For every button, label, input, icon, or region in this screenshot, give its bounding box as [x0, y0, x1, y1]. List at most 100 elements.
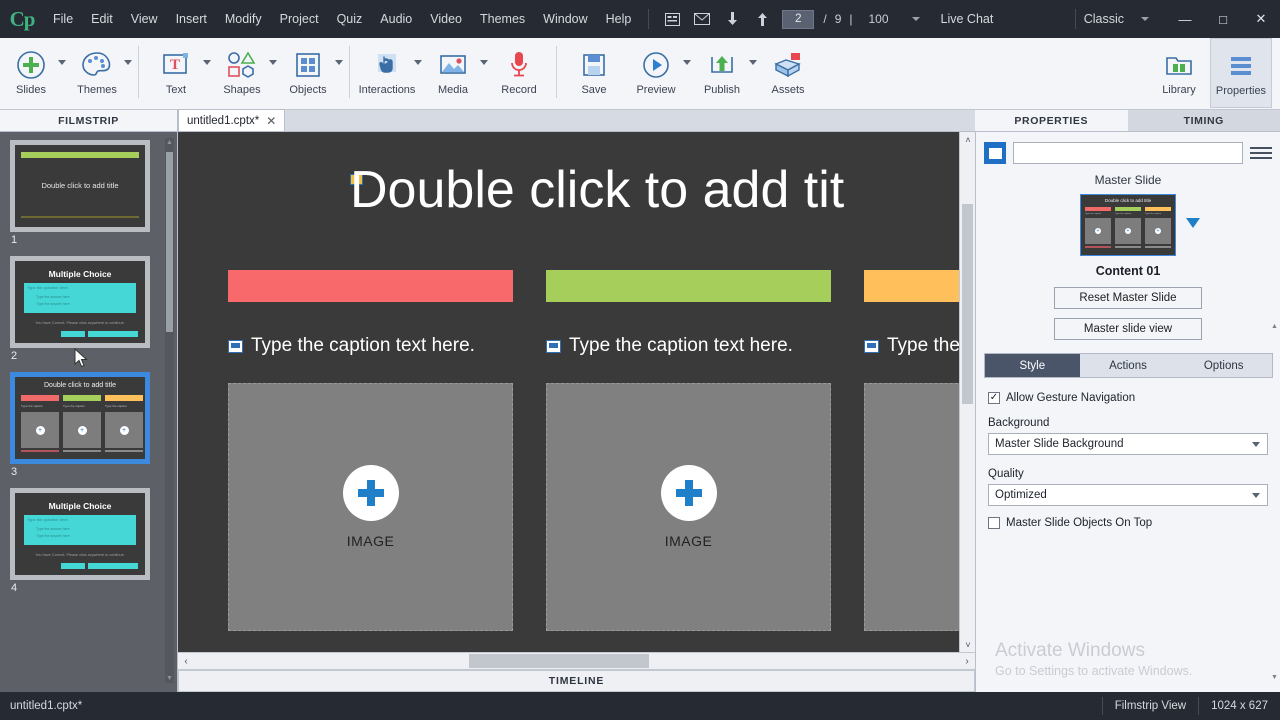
menu-item-modify[interactable]: Modify — [216, 0, 271, 38]
canvas-scroll-right-icon[interactable]: › — [959, 652, 975, 670]
document-tab-untitled1[interactable]: untitled1.cptx* ✕ — [178, 109, 285, 131]
current-slide-input[interactable]: 2 — [782, 10, 814, 29]
save-button[interactable]: Save — [563, 38, 625, 108]
background-dropdown[interactable]: Master Slide Background — [988, 433, 1268, 455]
objects-button[interactable]: Objects — [277, 38, 339, 108]
menubar-divider-2 — [1075, 9, 1076, 29]
menu-item-audio[interactable]: Audio — [371, 0, 421, 38]
menu-item-window[interactable]: Window — [534, 0, 596, 38]
shapes-button[interactable]: Shapes — [211, 38, 273, 108]
interactions-button[interactable]: Interactions — [356, 38, 418, 108]
reset-master-slide-button[interactable]: Reset Master Slide — [1054, 287, 1202, 309]
canvas-horizontal-scroll-thumb[interactable] — [469, 654, 649, 668]
menu-item-view[interactable]: View — [122, 0, 167, 38]
slide-thumbnail-3[interactable]: Double click to add title Type the capti… — [10, 372, 150, 464]
tab-properties[interactable]: PROPERTIES — [975, 110, 1128, 131]
text-button[interactable]: T Text — [145, 38, 207, 108]
tab-style[interactable]: Style — [985, 354, 1081, 377]
list-item[interactable]: Multiple Choice Type the question here T… — [10, 488, 150, 594]
list-item[interactable]: Double click to add title Type the capti… — [10, 372, 150, 478]
add-image-button-2[interactable] — [661, 465, 717, 521]
publish-button[interactable]: Publish — [691, 38, 753, 108]
filmstrip-panel[interactable]: Double click to add title 1 Multiple Cho… — [0, 132, 178, 692]
timeline-panel-header[interactable]: TIMELINE — [178, 670, 975, 692]
menu-item-project[interactable]: Project — [271, 0, 328, 38]
add-image-button-1[interactable] — [343, 465, 399, 521]
column-1-caption[interactable]: Type the caption text here. — [228, 335, 513, 357]
properties-scroll-up-icon[interactable]: ▲ — [1270, 322, 1279, 331]
text-label: Text — [166, 84, 186, 96]
menu-item-help[interactable]: Help — [597, 0, 641, 38]
canvas-vertical-scroll-thumb[interactable] — [962, 204, 973, 404]
slides-button[interactable]: Slides — [0, 38, 62, 108]
move-slide-down-icon[interactable] — [721, 8, 743, 30]
canvas-horizontal-scrollbar[interactable]: ‹ › — [178, 652, 975, 670]
workspace-chevron-down-icon[interactable] — [1134, 8, 1156, 30]
list-item[interactable]: Double click to add title 1 — [10, 140, 150, 246]
filmstrip-scroll-down-icon[interactable]: ▼ — [165, 674, 174, 683]
window-close-button[interactable]: ✕ — [1242, 6, 1280, 32]
column-1-color-bar[interactable] — [228, 270, 513, 302]
canvas-scroll-up-icon[interactable]: ˄ — [960, 132, 975, 147]
record-button[interactable]: Record — [488, 38, 550, 108]
master-slide-objects-on-top-checkbox[interactable] — [988, 517, 1000, 529]
library-button[interactable]: Library — [1148, 38, 1210, 108]
zoom-dropdown-chevron-down-icon[interactable] — [905, 8, 927, 30]
menu-item-insert[interactable]: Insert — [167, 0, 216, 38]
canvas-vertical-scrollbar[interactable]: ˄ ˅ — [959, 132, 975, 652]
move-slide-up-icon[interactable] — [751, 8, 773, 30]
canvas-hscroll-track[interactable] — [194, 652, 959, 670]
allow-gesture-navigation-row[interactable]: ✓ Allow Gesture Navigation — [988, 392, 1268, 404]
close-icon[interactable]: ✕ — [266, 114, 276, 128]
workspace-selector-label[interactable]: Classic — [1084, 12, 1130, 26]
master-slide-view-button[interactable]: Master slide view — [1054, 318, 1202, 340]
filmstrip-scroll-thumb[interactable] — [166, 152, 173, 332]
tab-options[interactable]: Options — [1176, 354, 1272, 377]
menu-item-file[interactable]: File — [44, 0, 82, 38]
master-slide-objects-on-top-row[interactable]: Master Slide Objects On Top — [988, 517, 1268, 529]
slide-thumbnail-1[interactable]: Double click to add title — [10, 140, 150, 232]
column-2-color-bar[interactable] — [546, 270, 831, 302]
window-minimize-button[interactable]: — — [1166, 6, 1204, 32]
quality-dropdown[interactable]: Optimized — [988, 484, 1268, 506]
canvas-column-2[interactable]: Type the caption text here. IMAGE — [546, 270, 831, 631]
slide-thumbnail-4[interactable]: Multiple Choice Type the question here T… — [10, 488, 150, 580]
tab-actions[interactable]: Actions — [1080, 354, 1176, 377]
menu-item-video[interactable]: Video — [421, 0, 471, 38]
slide-title-placeholder[interactable]: Double click to add tit — [350, 160, 844, 220]
live-chat-link[interactable]: Live Chat — [931, 12, 1004, 26]
mail-icon[interactable] — [691, 8, 713, 30]
slide-thumbnail-2[interactable]: Multiple Choice Type the question here T… — [10, 256, 150, 348]
assets-button[interactable]: Assets — [757, 38, 819, 108]
menu-item-themes[interactable]: Themes — [471, 0, 534, 38]
menu-item-edit[interactable]: Edit — [82, 0, 122, 38]
allow-gesture-navigation-checkbox[interactable]: ✓ — [988, 392, 1000, 404]
master-slide-thumbnail[interactable]: Double click to add title Type the capti… — [1080, 194, 1176, 256]
media-button[interactable]: Media — [422, 38, 484, 108]
properties-button[interactable]: Properties — [1210, 38, 1272, 108]
slide-properties-icon[interactable] — [661, 8, 683, 30]
properties-scrollbar[interactable]: ▲ ▼ — [1270, 322, 1279, 682]
column-2-image-placeholder[interactable]: IMAGE — [546, 383, 831, 631]
properties-menu-icon[interactable] — [1250, 147, 1272, 159]
column-2-caption[interactable]: Type the caption text here. — [546, 335, 831, 357]
canvas-scroll-left-icon[interactable]: ‹ — [178, 652, 194, 670]
list-item[interactable]: Multiple Choice Type the question here T… — [10, 256, 150, 362]
window-maximize-button[interactable]: □ — [1204, 6, 1242, 32]
zoom-level-value[interactable]: 100 — [857, 12, 901, 26]
slide-canvas[interactable]: Double click to add tit Type the caption… — [178, 132, 958, 652]
preview-button[interactable]: Preview — [625, 38, 687, 108]
themes-button[interactable]: Themes — [66, 38, 128, 108]
master-slide-chevron-down-icon[interactable] — [1186, 218, 1200, 228]
canvas-column-1[interactable]: Type the caption text here. IMAGE — [228, 270, 513, 631]
properties-scroll-down-icon[interactable]: ▼ — [1270, 673, 1279, 682]
column-1-image-placeholder[interactable]: IMAGE — [228, 383, 513, 631]
filmstrip-scroll-up-icon[interactable]: ▲ — [165, 138, 174, 147]
canvas-scroll-down-icon[interactable]: ˅ — [960, 637, 975, 652]
menu-item-quiz[interactable]: Quiz — [328, 0, 372, 38]
tab-timing[interactable]: TIMING — [1128, 110, 1280, 131]
slide-name-input[interactable] — [1013, 142, 1243, 164]
filmstrip-scrollbar[interactable]: ▲ ▼ — [165, 138, 174, 683]
status-dimensions: 1024 x 627 — [1198, 697, 1280, 715]
slide-canvas-area[interactable]: Double click to add tit Type the caption… — [178, 132, 975, 652]
